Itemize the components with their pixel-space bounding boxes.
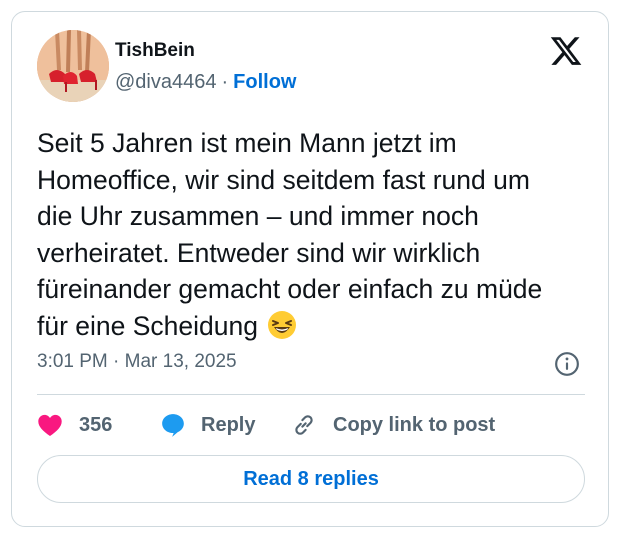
- tweet-card: TishBein @diva4464 · Follow Seit 5 Jahren …: [11, 11, 609, 527]
- user-name[interactable]: TishBein: [115, 40, 195, 62]
- user-handle[interactable]: @diva4464: [115, 71, 216, 93]
- grinning-squinting-face-emoji-icon: [268, 310, 297, 339]
- info-icon[interactable]: [554, 351, 580, 377]
- x-logo-icon[interactable]: [549, 34, 583, 68]
- link-icon: [295, 415, 313, 435]
- heart-icon: [38, 414, 62, 437]
- copy-link-button[interactable]: Copy link to post: [291, 408, 495, 442]
- avatar-image: [37, 30, 109, 102]
- read-replies-button[interactable]: Read 8 replies: [37, 455, 585, 503]
- reply-button[interactable]: Reply: [160, 408, 255, 442]
- tweet-timestamp[interactable]: 3:01 PM · Mar 13, 2025: [37, 351, 237, 373]
- like-button[interactable]: 356: [37, 408, 112, 442]
- divider: [37, 394, 585, 395]
- read-replies-label: Read 8 replies: [243, 467, 379, 490]
- copy-link-label: Copy link to post: [333, 413, 496, 436]
- speech-bubble-icon: [162, 414, 184, 437]
- separator-dot: ·: [221, 71, 229, 93]
- avatar[interactable]: [37, 30, 109, 102]
- follow-button[interactable]: Follow: [233, 71, 296, 93]
- like-count: 356: [79, 413, 113, 436]
- reply-label: Reply: [201, 413, 256, 436]
- handle-row: @diva4464 · Follow: [115, 71, 296, 94]
- tweet-text: Seit 5 Jahren ist mein Mann jetzt im Hom…: [37, 125, 567, 344]
